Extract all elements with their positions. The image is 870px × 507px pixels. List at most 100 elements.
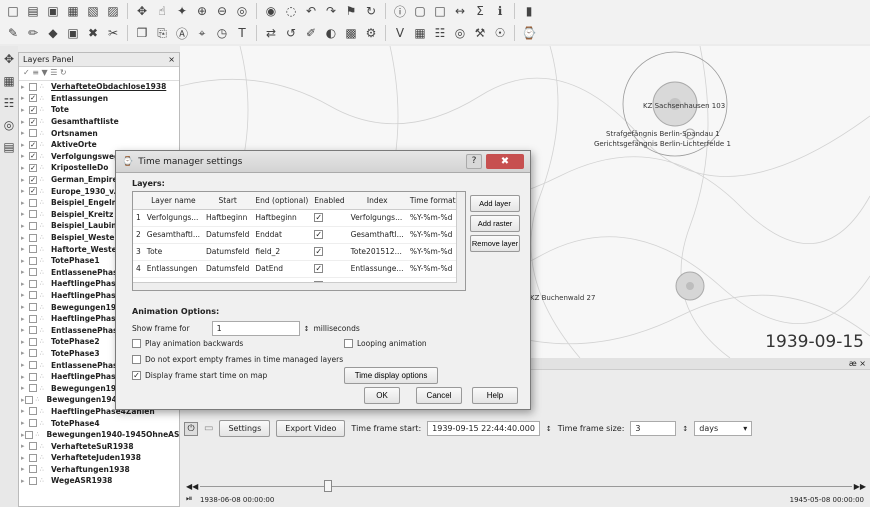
layer-visibility-checkbox[interactable]: ✓ <box>29 152 37 161</box>
expand-icon[interactable]: ▸ <box>21 141 29 149</box>
zoom-next-icon[interactable]: ↷ <box>322 2 340 20</box>
layer-visibility-checkbox[interactable] <box>29 384 37 393</box>
layer-visibility-checkbox[interactable] <box>29 256 37 265</box>
expand-icon[interactable]: ▸ <box>21 303 29 311</box>
panel-close-icon[interactable]: × <box>168 55 175 64</box>
expand-icon[interactable]: ▸ <box>21 152 29 160</box>
play-backwards-row[interactable]: Play animation backwards <box>132 339 243 348</box>
layer-item[interactable]: ▸ ∴ VerhafteteObdachlose1938 <box>19 81 179 93</box>
help-button[interactable]: Help <box>472 387 518 404</box>
layer-visibility-checkbox[interactable] <box>29 349 37 358</box>
table-cell[interactable]: %Y-%m-%d <box>406 260 459 278</box>
layer-visibility-checkbox[interactable] <box>24 395 33 404</box>
edit-icon[interactable]: ✎ <box>4 24 22 42</box>
vector-icon[interactable]: V <box>391 24 409 42</box>
table-cell[interactable]: 1 <box>133 209 144 227</box>
layer-visibility-checkbox[interactable] <box>29 245 37 254</box>
table-cell[interactable]: 3 <box>133 243 144 261</box>
enabled-checkbox[interactable]: ✓ <box>314 247 324 256</box>
layer-visibility-checkbox[interactable] <box>29 198 37 207</box>
table-vscrollbar[interactable] <box>456 192 465 290</box>
zoom-selection-icon[interactable]: ◌ <box>282 2 300 20</box>
layer-visibility-checkbox[interactable] <box>29 442 37 451</box>
expand-icon[interactable]: ▸ <box>21 315 29 323</box>
text-icon[interactable]: T <box>233 24 251 42</box>
table-header[interactable]: Enabled <box>311 192 348 210</box>
copy-icon[interactable]: ❐ <box>133 24 151 42</box>
table-hscrollbar[interactable] <box>133 282 457 290</box>
expand-icon[interactable]: ▸ <box>21 210 29 218</box>
table-cell[interactable]: Tote201512... <box>347 243 407 261</box>
time-unit-select[interactable]: days ▾ <box>694 421 753 436</box>
remove-layer-button[interactable]: Remove layer <box>470 235 520 252</box>
save-as-icon[interactable]: ▦ <box>64 2 82 20</box>
expand-icon[interactable]: ▸ <box>21 257 29 265</box>
zoom-layer-icon[interactable]: ◉ <box>262 2 280 20</box>
zoom-full-icon[interactable]: ◎ <box>233 2 251 20</box>
layer-item[interactable]: ▸ ∴ Verhaftungen1938 <box>19 464 179 476</box>
add-db-icon[interactable]: ☷ <box>0 94 18 112</box>
play-backwards-checkbox[interactable] <box>132 339 141 348</box>
table-cell[interactable]: Haftbeginn <box>203 209 253 227</box>
diagram-icon[interactable]: ◷ <box>213 24 231 42</box>
add-raster-icon[interactable]: ▦ <box>0 72 18 90</box>
bookmark-icon[interactable]: ⚑ <box>342 2 360 20</box>
raster-icon[interactable]: ▦ <box>411 24 429 42</box>
table-cell[interactable]: %Y-%m-%d <box>406 243 459 261</box>
table-cell[interactable]: Enddat <box>252 226 312 244</box>
expand-icon[interactable]: ▸ <box>21 442 29 450</box>
layers-panel-tools[interactable]: ✓ ≡ ▼ ☰ ↻ <box>19 67 179 81</box>
layer-item[interactable]: ▸ ∴ WegeASR1938 <box>19 475 179 487</box>
table-cell[interactable]: %Y-%m-%d <box>406 226 459 244</box>
layer-item[interactable]: ▸ ∴ Bewegungen1940-1945OhneASR <box>19 429 179 441</box>
table-cell[interactable]: Gesamthaftl... <box>143 226 203 244</box>
table-cell[interactable]: Datumsfeld <box>203 260 253 278</box>
enabled-checkbox[interactable]: ✓ <box>314 264 324 273</box>
new-icon[interactable]: □ <box>4 2 22 20</box>
expand-icon[interactable]: ▸ <box>21 176 29 184</box>
time-frame-start-input[interactable]: 1939-09-15 22:44:40.000 <box>427 421 540 436</box>
table-cell[interactable]: Verfolgungs... <box>347 209 407 227</box>
processing-icon[interactable]: ⚒ <box>471 24 489 42</box>
label-icon[interactable]: ▮ <box>520 2 538 20</box>
time-frame-size-input[interactable]: 3 <box>630 421 677 436</box>
expand-icon[interactable]: ▸ <box>21 199 29 207</box>
table-cell[interactable]: 2 <box>133 226 144 244</box>
slider-right-arrow-icon[interactable]: ▶▶ <box>854 482 866 491</box>
paste-icon[interactable]: ⎘ <box>153 24 171 42</box>
layer-item[interactable]: ▸ ✓ ∴ AktiveOrte <box>19 139 179 151</box>
layer-visibility-checkbox[interactable] <box>29 210 37 219</box>
looping-checkbox[interactable] <box>344 339 353 348</box>
display-frame-start-checkbox[interactable]: ✓ <box>132 371 141 380</box>
shadow-icon[interactable]: ◐ <box>322 24 340 42</box>
expand-icon[interactable]: ▸ <box>21 234 29 242</box>
plugin-icon[interactable]: ⚙ <box>362 24 380 42</box>
layer-item[interactable]: ▸ ∴ TotePhase4 <box>19 417 179 429</box>
show-frame-for-input[interactable]: 1 <box>211 321 300 336</box>
database-icon[interactable]: ☷ <box>431 24 449 42</box>
add-layer-button[interactable]: Add layer <box>470 195 520 212</box>
layer-item[interactable]: ▸ ✓ ∴ Tote <box>19 104 179 116</box>
table-cell[interactable]: %Y-%m-%d <box>406 209 459 227</box>
expand-icon[interactable]: ▸ <box>21 94 29 102</box>
delete-icon[interactable]: ✖ <box>84 24 102 42</box>
node-icon[interactable]: ◆ <box>44 24 62 42</box>
select-icon[interactable]: ▢ <box>411 2 429 20</box>
table-header[interactable]: Index <box>347 192 407 210</box>
table-header[interactable]: Time format <box>406 192 459 210</box>
label-rotate-icon[interactable]: ↺ <box>282 24 300 42</box>
expand-icon[interactable]: ▸ <box>21 83 29 91</box>
table-header[interactable]: Start <box>203 192 253 210</box>
label-move-icon[interactable]: ⇄ <box>262 24 280 42</box>
layer-visibility-checkbox[interactable]: ✓ <box>29 117 37 126</box>
deselect-icon[interactable]: □ <box>431 2 449 20</box>
expand-icon[interactable]: ▸ <box>21 222 29 230</box>
label-tool-icon[interactable]: Ⓐ <box>173 24 191 42</box>
layer-item[interactable]: ▸ ✓ ∴ Entlassungen <box>19 93 179 105</box>
table-cell[interactable]: 4 <box>133 260 144 278</box>
power-icon[interactable]: ⏻ <box>184 421 198 436</box>
slider-thumb[interactable] <box>323 480 332 492</box>
expand-icon[interactable]: ▸ <box>21 477 29 485</box>
python-icon[interactable]: ▩ <box>342 24 360 42</box>
table-cell[interactable]: Verfolgungs... <box>143 209 203 227</box>
